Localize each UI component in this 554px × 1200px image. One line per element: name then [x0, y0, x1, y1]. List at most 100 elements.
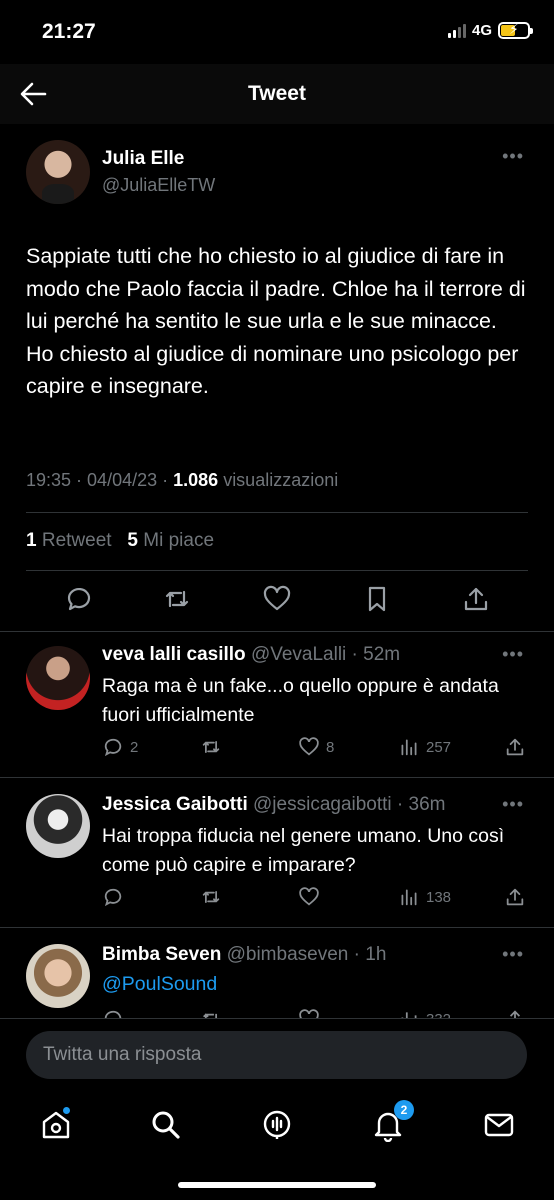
- reply-author-name[interactable]: veva lalli casillo: [102, 644, 246, 665]
- more-options-icon[interactable]: •••: [502, 944, 524, 965]
- reply-count: 2: [130, 738, 139, 756]
- share-button[interactable]: [504, 1008, 526, 1018]
- notifications-badge: 2: [394, 1100, 414, 1120]
- retweet-button[interactable]: [200, 1008, 222, 1018]
- views-chart-icon: [401, 1012, 417, 1018]
- messages-icon[interactable]: [482, 1108, 516, 1142]
- views-count: 332: [426, 1011, 451, 1019]
- reply-icon: [104, 738, 122, 757]
- share-icon[interactable]: [461, 584, 491, 614]
- reply-author-handle[interactable]: @VevaLalli: [251, 644, 346, 665]
- search-icon[interactable]: [149, 1108, 183, 1142]
- reply-icon: [104, 1010, 122, 1018]
- reply-header: Jessica Gaibotti @jessicagaibotti · 36m: [102, 794, 446, 815]
- like-icon[interactable]: [262, 584, 292, 614]
- views-count: 257: [426, 738, 452, 756]
- retweets-count: 1: [26, 530, 37, 551]
- share-icon: [509, 1010, 521, 1018]
- tweet-actions: [0, 582, 554, 620]
- like-button[interactable]: [298, 886, 326, 908]
- reply-button[interactable]: [102, 1008, 124, 1018]
- views-count: 138: [426, 888, 452, 906]
- views-label: visualizzazioni: [223, 470, 339, 490]
- status-indicators: 4G ⚡: [447, 21, 533, 39]
- spaces-icon[interactable]: [260, 1108, 294, 1142]
- reply-time: 36m: [408, 794, 446, 815]
- views-button[interactable]: 257: [398, 736, 451, 758]
- reply-author-name[interactable]: Bimba Seven: [102, 944, 221, 965]
- likes-count: 5: [127, 530, 138, 551]
- battery-icon: ⚡: [498, 21, 533, 39]
- share-button[interactable]: [504, 886, 526, 908]
- author-name[interactable]: Julia Elle: [102, 148, 184, 170]
- more-options-icon[interactable]: •••: [502, 794, 524, 815]
- views-button[interactable]: 332: [398, 1008, 451, 1018]
- like-count: 8: [326, 738, 335, 756]
- more-options-icon[interactable]: •••: [502, 644, 524, 665]
- author-handle[interactable]: @JuliaElleTW: [102, 175, 215, 196]
- more-options-icon[interactable]: •••: [502, 146, 524, 167]
- reply-author-name[interactable]: Jessica Gaibotti: [102, 794, 248, 815]
- bookmark-icon[interactable]: [362, 584, 392, 614]
- views-chart-icon: [401, 889, 417, 906]
- page-title: Tweet: [248, 82, 306, 105]
- tweet-date: 04/04/23: [87, 470, 158, 490]
- tweet-time: 19:35: [26, 470, 72, 490]
- reply-author-handle[interactable]: @jessicagaibotti: [253, 794, 392, 815]
- views-button[interactable]: 138: [398, 886, 451, 908]
- share-icon: [506, 738, 524, 756]
- reply-header: Bimba Seven @bimbaseven · 1h: [102, 944, 387, 965]
- views-chart-icon: [401, 739, 417, 756]
- reply-text: Raga ma è un fake...o quello oppure è an…: [102, 675, 499, 726]
- reply-icon[interactable]: [64, 584, 94, 614]
- divider: [0, 927, 554, 928]
- top-bar: Tweet: [0, 64, 554, 124]
- retweets-stat[interactable]: 1 Retweet: [26, 530, 112, 551]
- retweet-icon[interactable]: [162, 584, 192, 614]
- reply-time: 52m: [363, 644, 401, 665]
- retweet-button[interactable]: [200, 886, 228, 908]
- tweet-meta: 19:35 · 04/04/23 · 1.086 visualizzazioni: [26, 470, 339, 490]
- reply-button[interactable]: [102, 886, 130, 908]
- reply-avatar[interactable]: [26, 944, 90, 1008]
- engagement-counts: 1 Retweet 5 Mi piace: [26, 530, 214, 552]
- reply-icon: [104, 888, 122, 907]
- share-icon: [506, 888, 524, 906]
- network-type: 4G: [471, 22, 492, 39]
- status-time: 21:27: [42, 20, 96, 43]
- retweet-button[interactable]: [200, 736, 228, 758]
- reply-avatar[interactable]: [26, 794, 90, 858]
- divider: [0, 631, 554, 632]
- home-indicator: [178, 1182, 376, 1188]
- signal-icon: [447, 23, 466, 38]
- likes-label: Mi piace: [143, 530, 215, 551]
- like-icon: [299, 737, 319, 756]
- likes-stat[interactable]: 5 Mi piace: [127, 530, 214, 551]
- reply-text: Hai troppa fiducia nel genere umano. Uno…: [102, 825, 505, 876]
- mention-link[interactable]: @PoulSound: [102, 970, 522, 999]
- divider: [26, 512, 528, 513]
- reply-input[interactable]: Twitta una risposta: [26, 1031, 527, 1079]
- retweet-icon: [202, 890, 220, 904]
- views-count: 1.086: [173, 470, 219, 490]
- like-icon: [299, 887, 319, 906]
- retweet-icon: [202, 740, 220, 754]
- retweet-icon: [203, 1013, 218, 1018]
- reply-actions: 138: [100, 886, 530, 912]
- reply-item[interactable]: Bimba Seven @bimbaseven · 1h ••• @PoulSo…: [0, 932, 554, 1018]
- tweet-text: Sappiate tutti che ho chiesto io al giud…: [26, 244, 526, 398]
- reply-author-handle[interactable]: @bimbaseven: [227, 944, 349, 965]
- reply-avatar[interactable]: [26, 646, 90, 710]
- author-avatar[interactable]: [26, 140, 90, 204]
- divider: [0, 777, 554, 778]
- reply-button[interactable]: 2: [102, 736, 138, 758]
- like-button[interactable]: 8: [298, 736, 334, 758]
- reply-actions: 2 8 257: [100, 736, 530, 762]
- retweets-label: Retweet: [41, 530, 112, 551]
- status-bar: 21:27 4G ⚡: [0, 0, 554, 64]
- share-button[interactable]: [504, 736, 526, 758]
- reply-actions: 332: [100, 1008, 530, 1018]
- reply-header: veva lalli casillo @VevaLalli · 52m: [102, 644, 401, 665]
- like-button[interactable]: [298, 1008, 320, 1018]
- reply-time: 1h: [365, 944, 387, 965]
